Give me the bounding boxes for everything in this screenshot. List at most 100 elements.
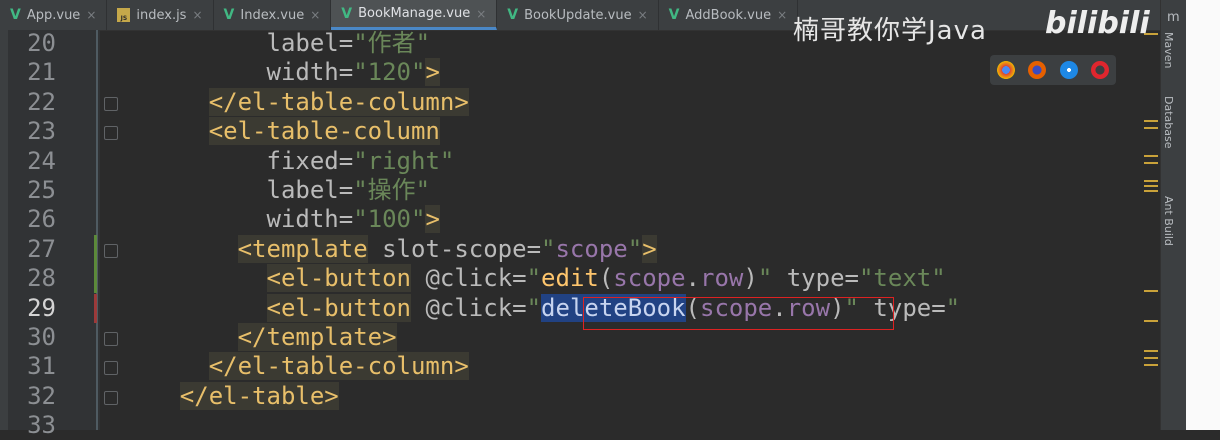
code-line[interactable]: 24 fixed="right" [0,147,1160,176]
warning-mark[interactable] [1144,290,1158,292]
code-token: > [425,58,440,87]
warning-mark[interactable] [1144,162,1158,164]
tool-ant-build[interactable]: Ant Build [1162,196,1175,246]
code-text: <template slot-scope="scope"> [237,234,657,264]
code-token: " [757,264,773,293]
code-line[interactable]: 23 <el-table-column [0,117,1160,146]
line-number: 21 [27,58,56,87]
maven-corner-icon[interactable]: m [1167,10,1180,25]
warning-mark[interactable] [1144,320,1158,322]
code-token: <el-button [266,264,411,293]
error-stripe[interactable] [1144,30,1160,430]
js-file-icon: JS [117,8,131,22]
opera-icon[interactable] [1091,61,1110,79]
line-number: 29 [27,293,56,322]
code-token: scope [613,264,686,293]
tab-index-vue[interactable]: V Index.vue × [214,0,332,30]
code-token: <template [237,234,368,263]
close-icon[interactable]: × [777,8,787,22]
code-text: width="100"> [267,205,440,234]
code-token: </template> [237,323,397,351]
fold-icon[interactable] [104,126,118,141]
code-token: label= [266,176,354,204]
code-token: "100" [353,205,426,234]
code-line[interactable]: 29 <el-button @click="deleteBook(scope.ro… [0,293,1160,323]
code-token: " [526,264,542,293]
code-token: width= [266,58,354,87]
code-line[interactable]: 26 width="100"> [0,205,1160,234]
code-token: @click= [411,293,527,322]
warning-mark[interactable] [1144,364,1158,366]
change-marker[interactable] [94,293,97,323]
tab-app-vue[interactable]: V App.vue × [0,0,108,30]
line-number: 20 [27,29,56,57]
vue-icon: V [507,7,519,23]
warning-mark[interactable] [1144,127,1158,129]
tool-maven[interactable]: Maven [1162,32,1175,68]
code-line[interactable]: 22 </el-table-column> [0,87,1160,117]
safari-icon[interactable] [1059,61,1078,79]
warning-mark[interactable] [1144,350,1158,352]
line-number: 33 [27,411,56,440]
code-token: type= [772,264,859,293]
vue-icon: V [10,7,21,23]
close-icon[interactable]: × [476,7,486,21]
close-icon[interactable]: × [86,8,96,22]
code-line[interactable]: 33 [0,411,1160,440]
fold-icon[interactable] [104,332,118,346]
code-token: "120" [353,58,426,87]
warning-mark[interactable] [1144,190,1158,192]
tab-index-js[interactable]: JS index.js × [107,0,214,30]
firefox-icon[interactable] [1028,61,1047,79]
code-token: "作者" [353,29,431,57]
warning-mark[interactable] [1144,155,1158,157]
warning-mark[interactable] [1144,185,1158,187]
line-number: 30 [27,323,56,351]
line-number: 22 [27,87,56,116]
code-token: width= [266,205,354,234]
warning-mark[interactable] [1144,120,1158,122]
vue-icon: V [668,7,680,23]
line-number: 23 [27,117,56,146]
code-line[interactable]: 31 </el-table-column> [0,352,1160,381]
tab-bookmanage-vue[interactable]: V BookManage.vue × [331,0,498,30]
tab-label: BookManage.vue [358,6,471,21]
close-icon[interactable]: × [192,8,202,22]
close-icon[interactable]: × [310,8,320,22]
warning-mark[interactable] [1144,180,1158,182]
change-marker[interactable] [94,234,97,293]
code-token: </el-table> [179,381,339,410]
vue-icon: V [223,7,235,23]
code-token: edit [541,264,599,293]
chrome-icon[interactable] [996,61,1015,79]
code-line[interactable]: 25 label="操作" [0,176,1160,205]
code-token: <el-button [266,293,411,322]
code-text: label="作者" [267,29,431,58]
fold-icon[interactable] [104,390,118,405]
code-text: <el-button @click="edit(scope.row)" type… [266,264,946,293]
fold-icon[interactable] [104,243,118,258]
tab-bookupdate-vue[interactable]: V BookUpdate.vue × [497,0,659,30]
tab-label: App.vue [26,7,81,23]
tab-label: Index.vue [240,7,305,23]
code-line[interactable]: 27 <template slot-scope="scope"> [0,234,1160,264]
code-token: > [425,205,440,234]
fold-icon[interactable] [104,96,118,111]
code-line[interactable]: 28 <el-button @click="edit(scope.row)" ty… [0,264,1160,293]
fold-icon[interactable] [104,361,118,376]
close-icon[interactable]: × [638,8,648,22]
tool-database[interactable]: Database [1162,96,1175,149]
code-token: row [700,264,744,293]
line-number: 27 [27,234,56,263]
code-line[interactable]: 21 width="120"> [0,58,1160,87]
code-line[interactable]: 32 </el-table> [0,381,1160,411]
code-text: width="120"> [267,58,440,87]
tab-label: index.js [136,7,187,23]
code-token: ) [743,264,758,293]
tab-addbook-vue[interactable]: V AddBook.vue × [659,0,799,30]
code-token: . [685,264,700,293]
warning-mark[interactable] [1144,357,1158,359]
code-text: fixed="right" [267,147,455,176]
code-line[interactable]: 30 </template> [0,323,1160,352]
line-number: 25 [27,176,56,204]
